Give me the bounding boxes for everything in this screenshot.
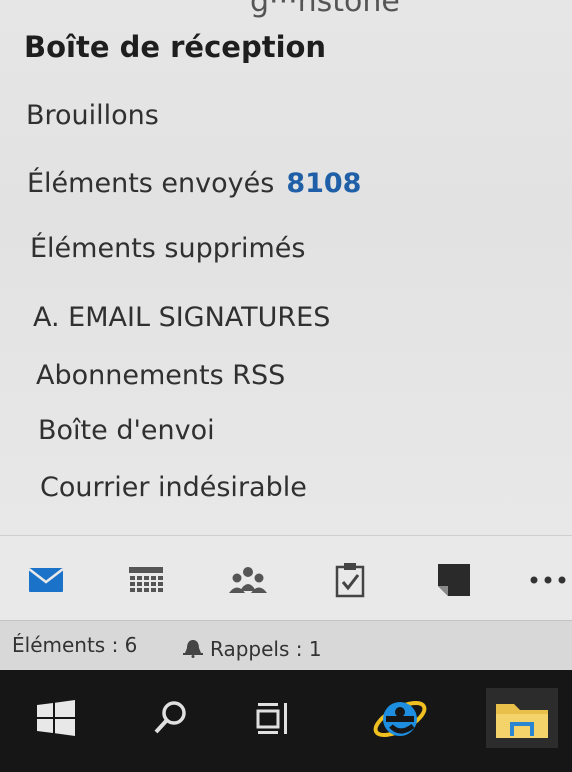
folder-label: Courrier indésirable — [40, 472, 307, 503]
search-icon — [154, 701, 186, 734]
folder-deleted[interactable]: Éléments supprimés — [30, 233, 305, 264]
nav-people-button[interactable] — [228, 560, 268, 600]
folder-icon — [496, 704, 548, 738]
items-count-status: Éléments : 6 — [12, 633, 138, 657]
windows-logo-icon — [37, 700, 75, 736]
internet-explorer-icon — [373, 701, 427, 737]
folder-drafts[interactable]: Brouillons — [26, 100, 159, 131]
tasks-icon — [335, 563, 365, 598]
account-name-partial: g···hstone — [250, 0, 400, 19]
nav-tasks-button[interactable] — [330, 560, 370, 600]
folder-label: Boîte d'envoi — [38, 415, 215, 446]
nav-mail-button[interactable] — [26, 560, 66, 600]
nav-notes-button[interactable] — [434, 560, 474, 600]
folder-sent[interactable]: Éléments envoyés 8108 — [27, 168, 361, 199]
people-icon — [229, 567, 267, 593]
module-nav-bar — [0, 535, 572, 621]
nav-more-button[interactable] — [528, 560, 568, 600]
folder-label: A. EMAIL SIGNATURES — [33, 302, 331, 333]
folder-label: Éléments supprimés — [30, 233, 306, 264]
note-icon — [438, 564, 470, 596]
calendar-icon — [129, 567, 163, 592]
folder-inbox[interactable]: Boîte de réception — [24, 30, 326, 64]
folder-pane: g···hstone Boîte de réception Brouillons… — [0, 0, 572, 535]
folder-label: Éléments envoyés — [27, 168, 275, 199]
status-bar: Éléments : 6 Rappels : 1 — [0, 620, 572, 671]
nav-calendar-button[interactable] — [126, 560, 166, 600]
task-view-button[interactable] — [243, 688, 303, 748]
reminders-status[interactable]: Rappels : 1 — [182, 637, 322, 661]
folder-label: Abonnements RSS — [36, 360, 286, 391]
bell-icon — [183, 640, 203, 658]
folder-junk[interactable]: Courrier indésirable — [40, 472, 307, 503]
task-view-icon — [256, 703, 287, 734]
internet-explorer-button[interactable] — [370, 688, 430, 748]
more-icon — [530, 576, 566, 584]
folder-label: Brouillons — [26, 100, 159, 131]
unread-count-badge: 8108 — [286, 168, 362, 199]
folder-outbox[interactable]: Boîte d'envoi — [38, 415, 215, 446]
folder-label: Boîte de réception — [24, 30, 327, 64]
windows-taskbar — [0, 670, 572, 772]
folder-email-signatures[interactable]: A. EMAIL SIGNATURES — [33, 302, 330, 333]
folder-rss[interactable]: Abonnements RSS — [36, 360, 285, 391]
envelope-icon — [28, 568, 64, 592]
file-explorer-button[interactable] — [486, 688, 558, 748]
search-button[interactable] — [140, 688, 200, 748]
reminders-label: Rappels : 1 — [210, 637, 322, 661]
start-button[interactable] — [26, 688, 86, 748]
